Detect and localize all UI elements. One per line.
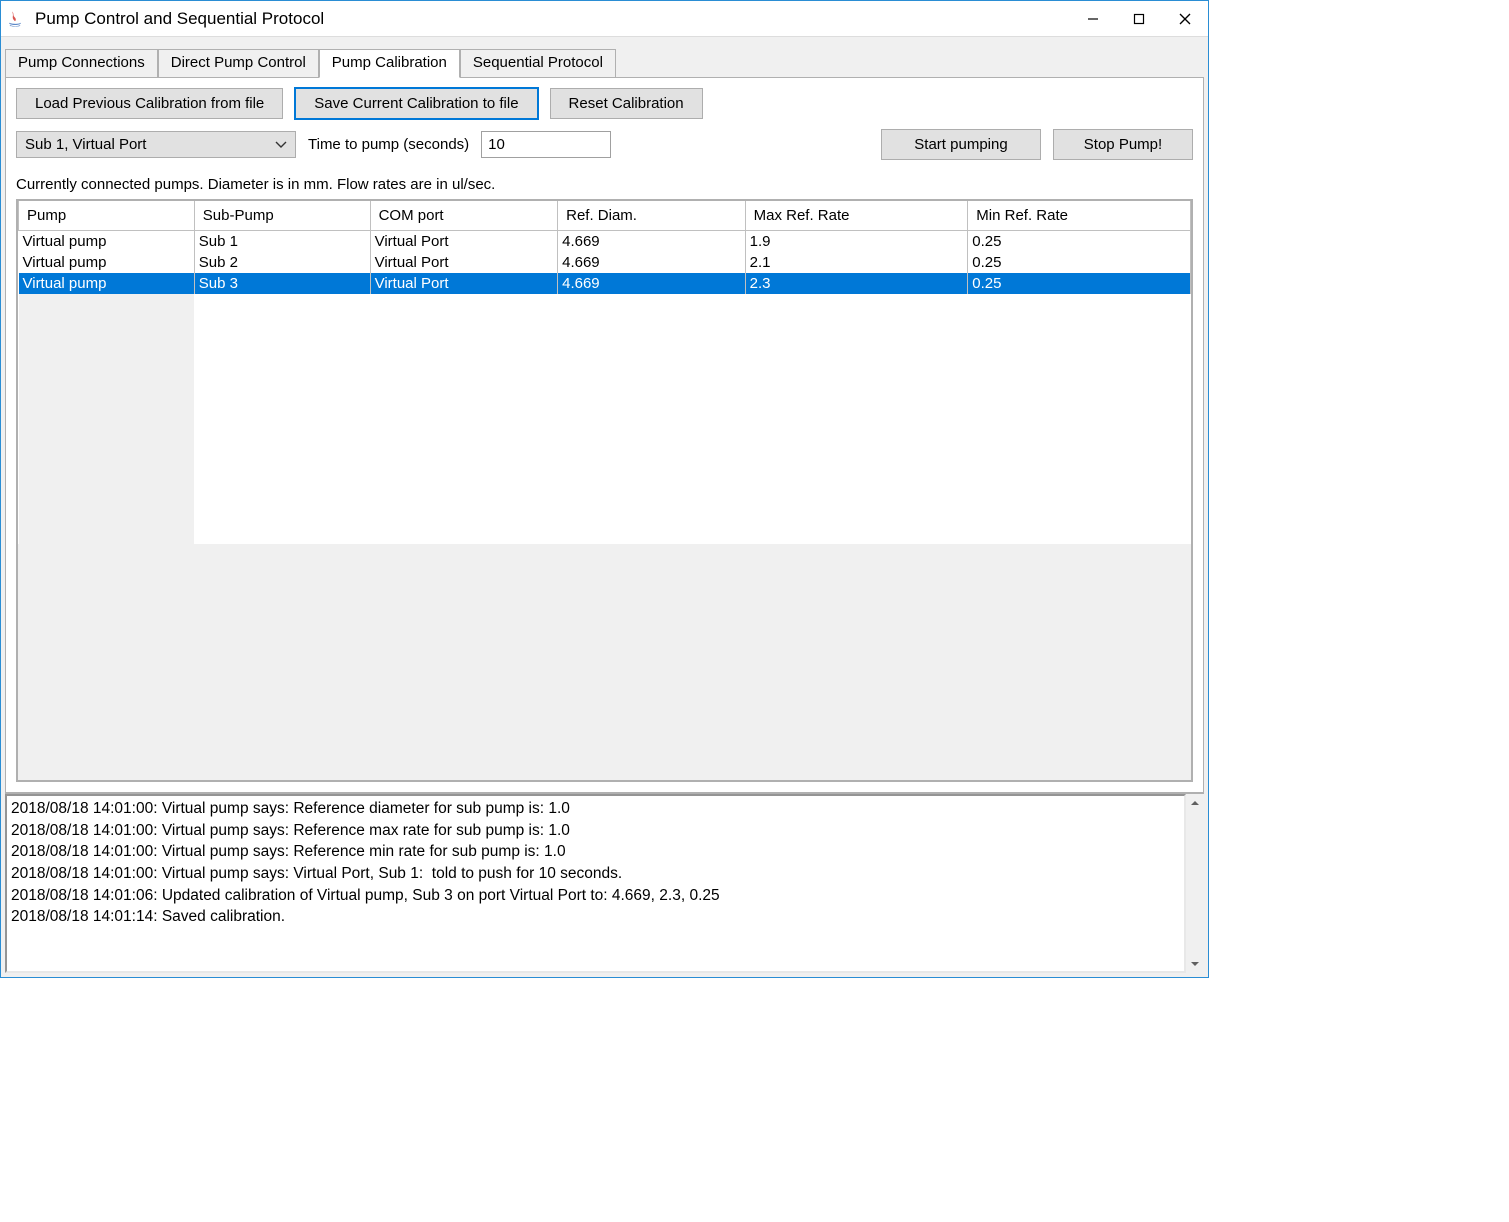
pumping-controls: Sub 1, Virtual Port Time to pump (second… <box>16 129 1193 160</box>
java-icon <box>5 9 25 29</box>
table-cell[interactable]: Sub 3 <box>194 273 370 294</box>
table-cell[interactable]: Virtual pump <box>19 273 195 294</box>
start-pumping-button[interactable]: Start pumping <box>881 129 1041 160</box>
time-to-pump-label: Time to pump (seconds) <box>308 136 469 153</box>
tab-direct-pump-control[interactable]: Direct Pump Control <box>158 49 319 77</box>
table-header-row: Pump Sub-Pump COM port Ref. Diam. Max Re… <box>19 201 1191 231</box>
time-to-pump-input[interactable] <box>481 131 611 158</box>
pump-select-value: Sub 1, Virtual Port <box>25 136 146 153</box>
tab-sequential-protocol[interactable]: Sequential Protocol <box>460 49 616 77</box>
scroll-down-icon[interactable] <box>1186 955 1204 973</box>
table-cell[interactable]: 4.669 <box>558 273 746 294</box>
minimize-button[interactable] <box>1070 4 1116 34</box>
reset-calibration-button[interactable]: Reset Calibration <box>550 88 703 119</box>
window-buttons <box>1070 4 1208 34</box>
save-calibration-button[interactable]: Save Current Calibration to file <box>295 88 537 119</box>
info-label: Currently connected pumps. Diameter is i… <box>16 176 1193 193</box>
tab-content: Load Previous Calibration from file Save… <box>5 77 1204 793</box>
table-row[interactable]: Virtual pumpSub 1Virtual Port4.6691.90.2… <box>19 231 1191 253</box>
table-cell[interactable]: Virtual pump <box>19 231 195 253</box>
client-area: Pump Connections Direct Pump Control Pum… <box>1 37 1208 977</box>
chevron-down-icon <box>275 138 287 152</box>
table-cell[interactable]: Sub 1 <box>194 231 370 253</box>
col-subpump[interactable]: Sub-Pump <box>194 201 370 231</box>
table-cell[interactable]: 1.9 <box>745 231 968 253</box>
table-row[interactable]: Virtual pumpSub 2Virtual Port4.6692.10.2… <box>19 252 1191 273</box>
table-cell[interactable]: Virtual Port <box>370 252 558 273</box>
tab-pump-connections[interactable]: Pump Connections <box>5 49 158 77</box>
col-pump[interactable]: Pump <box>19 201 195 231</box>
col-refdiam[interactable]: Ref. Diam. <box>558 201 746 231</box>
pump-select[interactable]: Sub 1, Virtual Port <box>16 131 296 158</box>
log-panel: 2018/08/18 14:01:00: Virtual pump says: … <box>5 793 1204 973</box>
tabbar: Pump Connections Direct Pump Control Pum… <box>5 47 1204 77</box>
col-minrate[interactable]: Min Ref. Rate <box>968 201 1191 231</box>
table-cell[interactable]: 4.669 <box>558 252 746 273</box>
pump-table[interactable]: Pump Sub-Pump COM port Ref. Diam. Max Re… <box>18 201 1191 544</box>
close-button[interactable] <box>1162 4 1208 34</box>
log-text[interactable]: 2018/08/18 14:01:00: Virtual pump says: … <box>5 794 1186 973</box>
table-cell[interactable]: Virtual pump <box>19 252 195 273</box>
load-calibration-button[interactable]: Load Previous Calibration from file <box>16 88 283 119</box>
calibration-file-buttons: Load Previous Calibration from file Save… <box>16 88 1193 119</box>
log-scrollbar[interactable] <box>1186 794 1204 973</box>
titlebar: Pump Control and Sequential Protocol <box>1 1 1208 37</box>
table-cell[interactable]: 2.3 <box>745 273 968 294</box>
table-cell[interactable]: 0.25 <box>968 273 1191 294</box>
table-cell[interactable]: Virtual Port <box>370 231 558 253</box>
table-cell[interactable]: 0.25 <box>968 231 1191 253</box>
maximize-button[interactable] <box>1116 4 1162 34</box>
stop-pump-button[interactable]: Stop Pump! <box>1053 129 1193 160</box>
table-cell[interactable]: 2.1 <box>745 252 968 273</box>
scroll-up-icon[interactable] <box>1186 794 1204 812</box>
pump-table-wrap: Pump Sub-Pump COM port Ref. Diam. Max Re… <box>16 199 1193 782</box>
tab-pump-calibration[interactable]: Pump Calibration <box>319 49 460 78</box>
table-row[interactable]: Virtual pumpSub 3Virtual Port4.6692.30.2… <box>19 273 1191 294</box>
table-cell[interactable]: 0.25 <box>968 252 1191 273</box>
window-title: Pump Control and Sequential Protocol <box>31 9 1070 29</box>
table-cell[interactable]: Sub 2 <box>194 252 370 273</box>
table-cell[interactable]: 4.669 <box>558 231 746 253</box>
col-comport[interactable]: COM port <box>370 201 558 231</box>
col-maxrate[interactable]: Max Ref. Rate <box>745 201 968 231</box>
table-cell[interactable]: Virtual Port <box>370 273 558 294</box>
